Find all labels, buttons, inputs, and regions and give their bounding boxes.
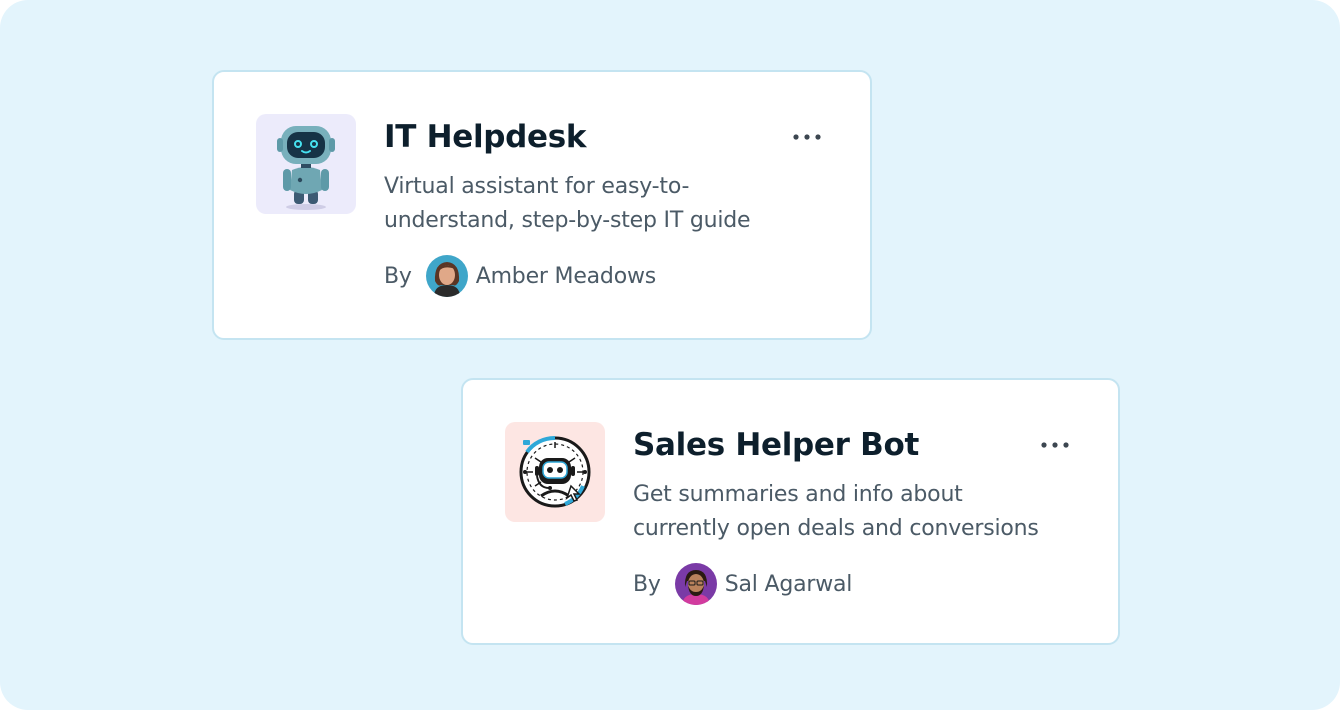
author-byline: By Amber Meadows: [384, 254, 656, 298]
agent-description: Virtual assistant for easy-to-understand…: [384, 174, 751, 233]
agent-description: Get summaries and info about currently o…: [633, 482, 1039, 541]
robot-mascot-icon: [256, 114, 356, 214]
agent-card-sales-helper-bot[interactable]: Sales Helper Bot Get summaries and info …: [461, 378, 1120, 645]
by-label: By: [384, 263, 412, 289]
author-byline: By Sal Agarwal: [633, 562, 852, 606]
page-background: IT Helpdesk Virtual assistant for easy-t…: [0, 0, 1340, 710]
author-avatar: [674, 563, 717, 605]
author-name: Amber Meadows: [475, 263, 657, 289]
agent-title: Sales Helper Bot: [633, 427, 919, 463]
author-avatar: [425, 255, 468, 297]
more-options-button[interactable]: [790, 124, 824, 150]
author-name: Sal Agarwal: [724, 571, 853, 597]
more-options-button[interactable]: [1038, 432, 1072, 458]
more-horizontal-icon: [793, 134, 821, 140]
robot-circuit-badge-icon: [505, 422, 605, 522]
agent-card-it-helpdesk[interactable]: IT Helpdesk Virtual assistant for easy-t…: [212, 70, 872, 340]
agent-title: IT Helpdesk: [384, 119, 587, 155]
more-horizontal-icon: [1041, 442, 1069, 448]
by-label: By: [633, 571, 661, 597]
